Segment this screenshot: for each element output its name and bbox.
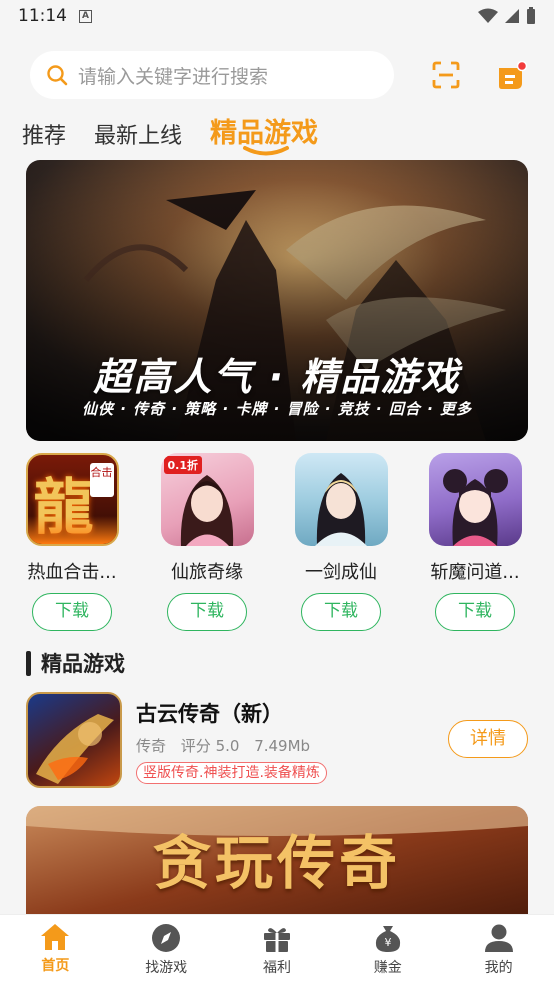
featured-rating: 评分 5.0 [180, 737, 240, 755]
tab-active-underline [243, 146, 290, 156]
money-bag-icon: ¥ [375, 926, 400, 952]
message-icon[interactable] [496, 61, 528, 93]
game-card[interactable]: 龍 合击 热血合击... 下载 [5, 453, 139, 631]
tab-premium-games[interactable]: 精品游戏 [210, 111, 318, 162]
promo-text: 贪玩传奇 [152, 829, 401, 897]
game-icon-zhanmo[interactable] [428, 453, 522, 546]
game-icon-art [442, 469, 508, 546]
nav-label: 我的 [484, 960, 513, 976]
nav-mine[interactable]: 我的 [443, 915, 554, 984]
banner-title: 超高人气 · 精品游戏 [93, 355, 461, 399]
signal-icon [505, 9, 519, 23]
nav-label: 赚金 [373, 960, 402, 976]
game-name: 热血合击... [27, 562, 117, 583]
bottom-nav: 首页 找游戏 福利 ¥ 赚金 我的 [0, 914, 554, 984]
nav-label: 福利 [262, 960, 291, 976]
user-icon [484, 924, 513, 952]
battery-icon [527, 7, 535, 24]
section-title: 精品游戏 [41, 652, 125, 676]
game-icon-art [314, 473, 367, 546]
game-card[interactable]: 斩魔问道... 下载 [408, 453, 542, 631]
promo-banner[interactable]: 超高人气 · 精品游戏 仙侠 · 传奇 · 策略 · 卡牌 · 冒险 · 竞技 … [26, 160, 528, 441]
category-tabs: 推荐 最新上线 精品游戏 [22, 110, 318, 162]
nav-label: 首页 [41, 958, 70, 974]
download-button[interactable]: 下载 [32, 593, 112, 631]
featured-tag: 竖版传奇.神装打造.装备精炼 [136, 762, 327, 784]
featured-game-name: 古云传奇（新） [136, 702, 283, 726]
game-icon-xianlv[interactable]: 0.1折 [160, 453, 254, 546]
game-name: 仙旅奇缘 [171, 562, 243, 583]
status-indicators [478, 7, 536, 25]
detail-button[interactable]: 详情 [448, 720, 528, 758]
nav-welfare[interactable]: 福利 [222, 915, 333, 984]
wifi-icon [478, 8, 498, 23]
compass-icon [152, 924, 181, 952]
download-button[interactable]: 下载 [301, 593, 381, 631]
tab-new-release[interactable]: 最新上线 [94, 118, 182, 162]
nav-label: 找游戏 [145, 960, 188, 976]
game-name: 一剑成仙 [305, 562, 377, 583]
featured-game-icon[interactable] [26, 692, 122, 788]
status-bar: 11:14 A [0, 0, 554, 32]
game-icon-badge: 合击 [89, 463, 114, 497]
nav-find-games[interactable]: 找游戏 [111, 915, 222, 984]
home-icon [41, 924, 70, 950]
scan-icon[interactable] [432, 61, 460, 89]
search-row: 请输入关键字进行搜索 [30, 51, 534, 99]
download-button[interactable]: 下载 [167, 593, 247, 631]
featured-genre: 传奇 [136, 737, 167, 755]
svg-text:¥: ¥ [384, 936, 391, 949]
search-placeholder: 请输入关键字进行搜索 [78, 65, 269, 88]
search-input[interactable]: 请输入关键字进行搜索 [30, 51, 394, 99]
gift-icon [263, 928, 290, 952]
section-bar [26, 650, 31, 676]
section-header: 精品游戏 [26, 648, 125, 678]
download-button[interactable]: 下载 [435, 593, 515, 631]
nav-home[interactable]: 首页 [0, 915, 111, 984]
tab-recommend[interactable]: 推荐 [22, 118, 66, 162]
search-icon [47, 65, 68, 86]
promo-image[interactable]: 贪玩传奇 [26, 806, 528, 926]
game-icon-yijian[interactable] [294, 453, 388, 546]
status-time: 11:14 [18, 6, 67, 26]
game-card[interactable]: 一剑成仙 下载 [274, 453, 408, 631]
banner-subtitle: 仙侠 · 传奇 · 策略 · 卡牌 · 冒险 · 竞技 · 回合 · 更多 [82, 400, 472, 418]
game-card[interactable]: 0.1折 仙旅奇缘 下载 [140, 453, 274, 631]
featured-icon-art [36, 714, 114, 784]
game-icon-rexue[interactable]: 龍 合击 [25, 453, 119, 546]
notification-a-icon: A [79, 9, 92, 23]
featured-game-meta: 传奇 评分 5.0 7.49Mb [136, 735, 320, 756]
featured-size: 7.49Mb [254, 737, 311, 755]
nav-earn[interactable]: ¥ 赚金 [332, 915, 443, 984]
game-name: 斩魔问道... [430, 562, 520, 583]
featured-game-row[interactable]: 古云传奇（新） 传奇 评分 5.0 7.49Mb 竖版传奇.神装打造.装备精炼 … [26, 692, 528, 788]
discount-badge: 0.1折 [163, 456, 202, 474]
